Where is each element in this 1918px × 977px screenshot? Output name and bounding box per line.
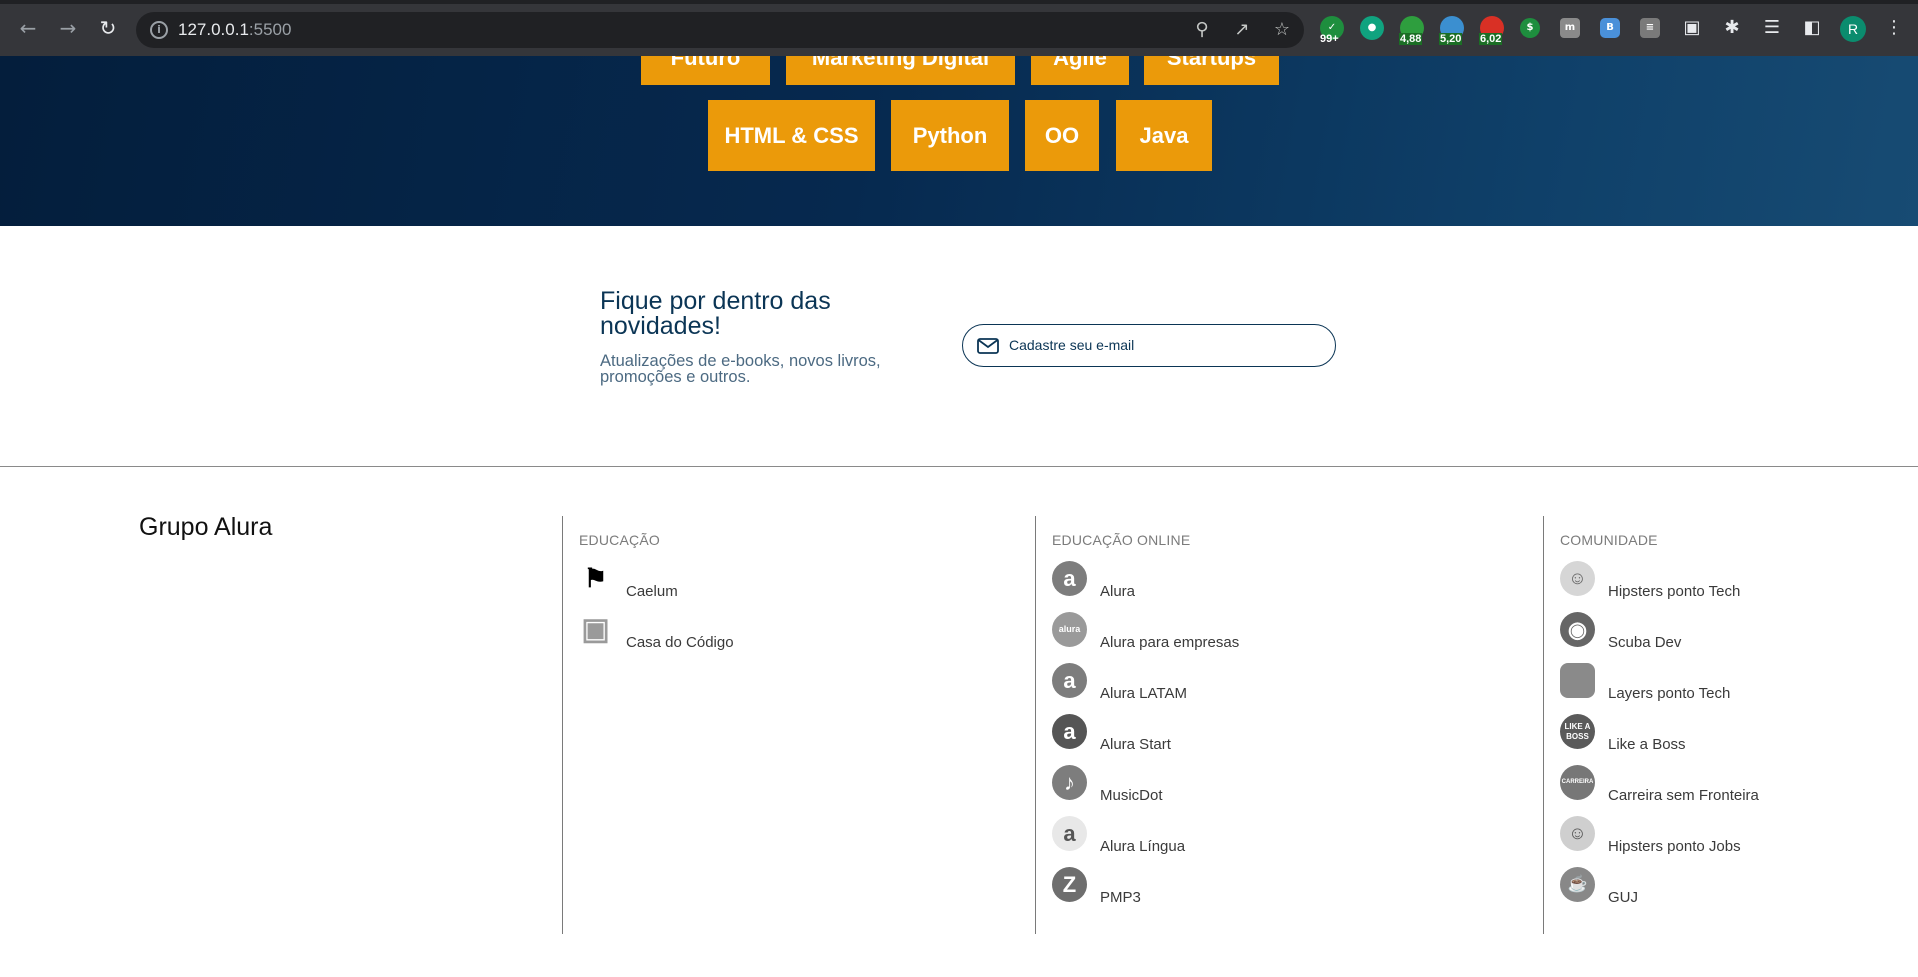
- extension-5-badge: 6,02: [1479, 33, 1503, 45]
- reading-list-icon[interactable]: ☰: [1760, 16, 1784, 40]
- alura-latam-icon: a: [1052, 663, 1087, 698]
- tag-python[interactable]: Python: [891, 100, 1009, 171]
- url-text[interactable]: 127.0.0.1:5500: [178, 20, 291, 40]
- tag-oo[interactable]: OO: [1025, 100, 1099, 171]
- site-info-icon[interactable]: i: [150, 21, 168, 39]
- tag-agile[interactable]: Agile: [1031, 56, 1129, 85]
- layers-tech-icon: [1560, 663, 1595, 698]
- caelum-icon: ⚑: [583, 563, 608, 593]
- column-title-comunidade: COMUNIDADE: [1560, 532, 1658, 548]
- reload-icon[interactable]: ↻: [94, 14, 122, 42]
- guj-icon: ☕: [1560, 867, 1595, 902]
- alura-lingua-icon: a: [1052, 816, 1087, 851]
- column-divider: [562, 516, 563, 934]
- tag-startups[interactable]: Startups: [1144, 56, 1279, 85]
- extension-6-icon[interactable]: $: [1520, 18, 1540, 38]
- footer-brand: Grupo Alura: [139, 513, 273, 541]
- newsletter-email-box[interactable]: [962, 324, 1336, 367]
- forward-icon[interactable]: →: [54, 14, 82, 42]
- mail-icon: [977, 338, 999, 354]
- bookmark-star-icon[interactable]: ☆: [1270, 18, 1294, 42]
- email-input[interactable]: [1009, 333, 1309, 357]
- extension-8-icon[interactable]: B: [1600, 18, 1620, 38]
- picture-in-picture-icon[interactable]: ▣: [1680, 16, 1704, 40]
- carreira-sem-fronteira-icon: CARREIRA: [1560, 765, 1595, 800]
- side-panel-icon[interactable]: ◧: [1800, 16, 1824, 40]
- share-icon[interactable]: ↗: [1230, 18, 1254, 42]
- scuba-dev-icon: ◉: [1560, 612, 1595, 647]
- zoom-icon[interactable]: ⚲: [1190, 18, 1214, 42]
- tag-java[interactable]: Java: [1116, 100, 1212, 171]
- column-divider: [1035, 516, 1036, 934]
- extension-2-icon[interactable]: ●: [1360, 16, 1384, 40]
- hipsters-jobs-icon: ☺: [1560, 816, 1595, 851]
- extension-3-badge: 4,88: [1399, 33, 1423, 45]
- address-bar[interactable]: i 127.0.0.1:5500 ⚲ ↗ ☆: [136, 12, 1304, 48]
- footer-divider: [0, 466, 1918, 467]
- column-divider: [1543, 516, 1544, 934]
- browser-toolbar: ← → ↻ i 127.0.0.1:5500 ⚲ ↗ ☆ ✓ 99+ ● 4,8…: [0, 0, 1918, 56]
- like-a-boss-icon: LIKE A BOSS: [1560, 714, 1595, 749]
- alura-empresas-icon: alura: [1052, 612, 1087, 647]
- alura-start-icon: a: [1052, 714, 1087, 749]
- casa-do-codigo-icon: ▣: [581, 613, 610, 646]
- column-title-educacao-online: EDUCAÇÃO ONLINE: [1052, 532, 1191, 548]
- extension-4-badge: 5,20: [1439, 33, 1463, 45]
- musicdot-icon: ♪: [1052, 765, 1087, 800]
- newsletter-subtitle: Atualizações de e-books, novos livros, p…: [600, 352, 881, 386]
- categories-banner: Futuro Marketing Digital Agile Startups …: [0, 56, 1918, 226]
- tag-marketing-digital[interactable]: Marketing Digital: [786, 56, 1015, 85]
- tag-futuro[interactable]: Futuro: [641, 56, 770, 85]
- column-title-educacao: EDUCAÇÃO: [579, 532, 660, 548]
- extensions-puzzle-icon[interactable]: ✱: [1720, 16, 1744, 40]
- extension-9-icon[interactable]: ≡: [1640, 18, 1660, 38]
- tab-strip: [0, 0, 1918, 4]
- extension-1-badge: 99+: [1320, 33, 1339, 45]
- extension-7-icon[interactable]: m: [1560, 18, 1580, 38]
- back-icon[interactable]: ←: [14, 14, 42, 42]
- menu-kebab-icon[interactable]: ⋮: [1882, 16, 1906, 40]
- profile-avatar[interactable]: R: [1840, 16, 1866, 42]
- alura-icon: a: [1052, 561, 1087, 596]
- tag-html-css[interactable]: HTML & CSS: [708, 100, 875, 171]
- pmp3-icon: Z: [1052, 867, 1087, 902]
- newsletter-title: Fique por dentro das novidades!: [600, 287, 831, 340]
- hipsters-tech-icon: ☺: [1560, 561, 1595, 596]
